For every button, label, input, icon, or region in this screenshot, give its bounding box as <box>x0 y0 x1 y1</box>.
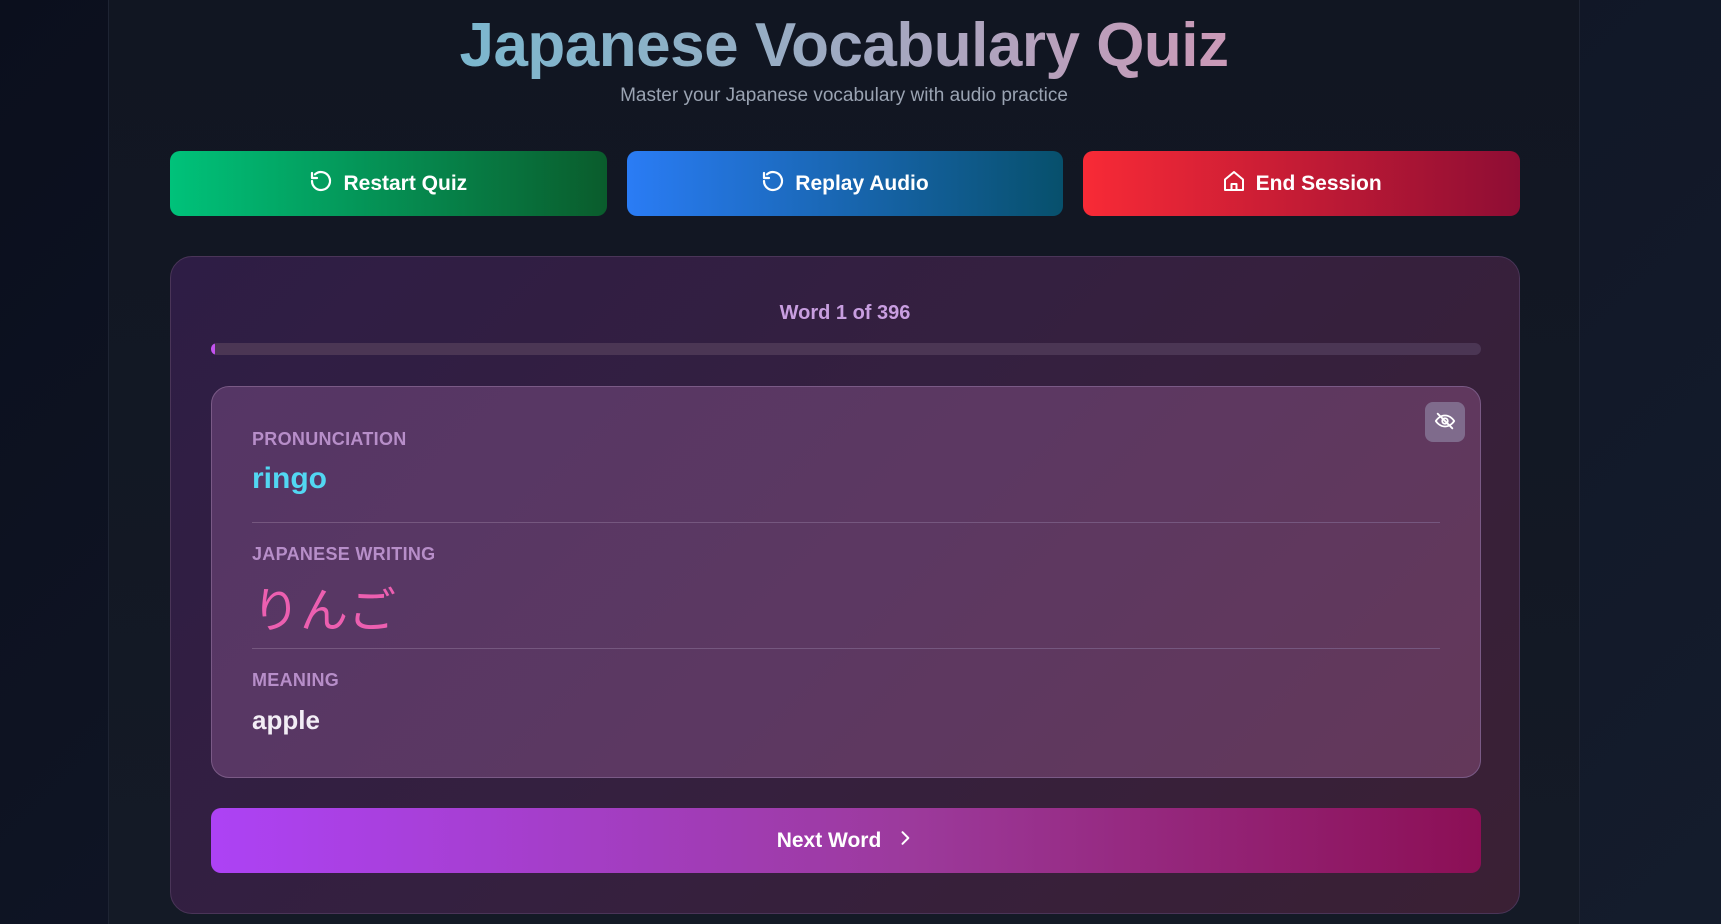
quiz-card: Word 1 of 396 PRONUNCIATION ringo JAPANE… <box>170 256 1520 914</box>
next-word-label: Next Word <box>776 828 882 852</box>
pronunciation-label: PRONUNCIATION <box>252 429 407 449</box>
page-subtitle: Master your Japanese vocabulary with aud… <box>620 85 1068 106</box>
writing-value: りんご <box>252 583 397 639</box>
replay-icon <box>761 169 785 199</box>
progress-bar <box>211 343 1481 355</box>
home-icon <box>1222 169 1246 199</box>
progress-fill <box>211 343 215 355</box>
chevron-right-icon <box>895 828 915 854</box>
end-session-button[interactable]: End Session <box>1083 151 1521 216</box>
app-container: Japanese Vocabulary Quiz Master your Jap… <box>108 0 1580 924</box>
progress-label: Word 1 of 396 <box>779 302 911 324</box>
pronunciation-section: PRONUNCIATION ringo <box>252 429 1440 496</box>
meaning-value: apple <box>252 705 320 735</box>
next-word-button[interactable]: Next Word <box>211 808 1481 873</box>
pronunciation-value: ringo <box>252 462 327 495</box>
action-bar: Restart Quiz Replay Audio End Session <box>170 151 1521 216</box>
restart-icon <box>309 169 333 199</box>
writing-section: JAPANESE WRITING りんご <box>252 544 1440 641</box>
end-session-label: End Session <box>1255 171 1382 195</box>
replay-audio-button[interactable]: Replay Audio <box>626 151 1064 216</box>
divider <box>252 648 1440 649</box>
meaning-section: MEANING apple <box>252 670 1440 736</box>
meaning-label: MEANING <box>252 670 340 690</box>
writing-label: JAPANESE WRITING <box>252 544 436 564</box>
word-panel: PRONUNCIATION ringo JAPANESE WRITING りんご… <box>211 386 1481 778</box>
divider <box>252 522 1440 523</box>
page-title: Japanese Vocabulary Quiz <box>109 8 1579 84</box>
replay-audio-label: Replay Audio <box>795 171 929 195</box>
restart-quiz-button[interactable]: Restart Quiz <box>170 151 607 216</box>
restart-quiz-label: Restart Quiz <box>343 171 468 195</box>
